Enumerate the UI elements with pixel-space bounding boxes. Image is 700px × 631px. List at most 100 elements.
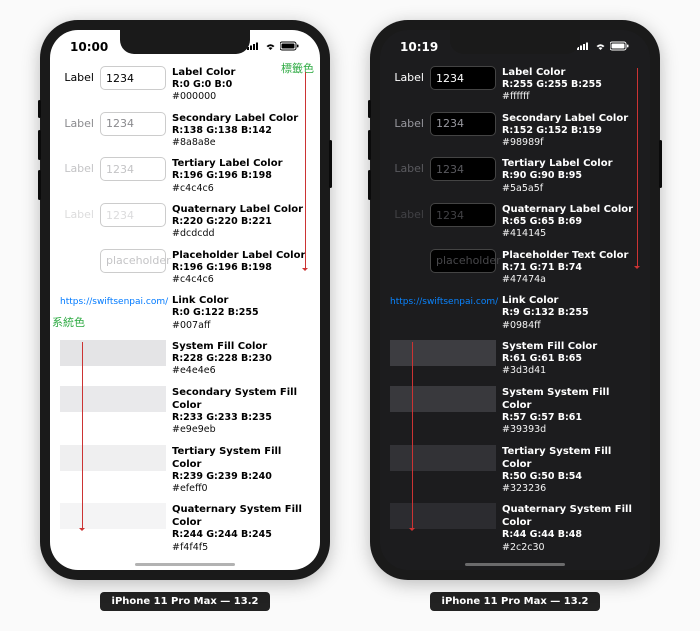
content-area[interactable]: 標籤色 系統色 Label 1234 Label Color R:0 G:0 B… xyxy=(50,58,320,550)
textfield-placeholder[interactable]: placeholder xyxy=(100,249,166,273)
link-url[interactable]: https://swiftsenpai.com/ xyxy=(390,294,496,332)
color-hex: #f4f4f5 xyxy=(172,542,310,550)
wifi-icon xyxy=(594,41,607,54)
fill-row-fill1: System Fill Color R:61 G:61 B:65 #3d3d41 xyxy=(390,340,640,378)
swatch-fill3 xyxy=(60,445,166,471)
color-hex: #2c2c30 xyxy=(502,542,640,550)
fill-row-fill4: Quaternary System Fill Color R:44 G:44 B… xyxy=(390,503,640,550)
home-indicator[interactable] xyxy=(465,563,565,566)
color-title: Quaternary System Fill Color xyxy=(172,503,310,529)
screen: 10:00 標籤色 系統色 Label 1234 Label Color R:0… xyxy=(50,30,320,570)
fill-description: System Fill Color R:61 G:61 B:65 #3d3d41 xyxy=(502,340,640,378)
textfield-placeholder[interactable]: placeholder xyxy=(430,249,496,273)
color-title: System Fill Color xyxy=(502,340,640,353)
textfield-label[interactable]: 1234 xyxy=(100,66,166,90)
device-frame-dark: 10:19 Label 1234 Label Color R:255 G:255… xyxy=(370,20,660,580)
row-label: Label xyxy=(60,203,94,221)
placeholder-value: placeholder xyxy=(436,254,501,267)
fill-description: Tertiary System Fill Color R:239 G:239 B… xyxy=(172,445,310,496)
arrow-icon xyxy=(412,342,413,530)
row-label: Label xyxy=(60,157,94,175)
fill-description: System System Fill Color R:57 G:57 B:61 … xyxy=(502,386,640,437)
row-tertiary: Label 1234 Tertiary Label Color R:90 G:9… xyxy=(390,157,640,195)
color-rgb: R:9 G:132 B:255 xyxy=(502,307,640,319)
fill-row-fill3: Tertiary System Fill Color R:50 G:50 B:5… xyxy=(390,445,640,496)
color-title: Quaternary Label Color xyxy=(502,203,640,216)
power-button xyxy=(329,140,332,188)
color-hex: #39393d xyxy=(502,424,640,436)
color-hex: #98989f xyxy=(502,137,640,149)
row-description: Label Color R:255 G:255 B:255 #ffffff xyxy=(502,66,640,104)
row-label: Label 1234 Label Color R:0 G:0 B:0 #0000… xyxy=(60,66,310,104)
color-title: Secondary System Fill Color xyxy=(172,386,310,412)
row-link: https://swiftsenpai.com/ Link Color R:9 … xyxy=(390,294,640,332)
silent-switch xyxy=(38,100,41,118)
row-label: Label xyxy=(390,203,424,221)
row-placeholder: placeholder Placeholder Label Color R:19… xyxy=(60,249,310,287)
home-indicator[interactable] xyxy=(135,563,235,566)
color-title: Tertiary Label Color xyxy=(172,157,310,170)
textfield-value: 1234 xyxy=(436,72,464,85)
swatch-fill2 xyxy=(60,386,166,412)
fill-row-fill1: System Fill Color R:228 G:228 B:230 #e4e… xyxy=(60,340,310,378)
silent-switch xyxy=(368,100,371,118)
row-description: Quaternary Label Color R:220 G:220 B:221… xyxy=(172,203,310,241)
color-rgb: R:233 G:233 B:235 xyxy=(172,412,310,424)
color-hex: #ffffff xyxy=(502,91,640,103)
color-title: Link Color xyxy=(502,294,640,307)
swatch-fill2 xyxy=(390,386,496,412)
row-description: Placeholder Label Color R:196 G:196 B:19… xyxy=(172,249,310,287)
textfield-secondary[interactable]: 1234 xyxy=(430,112,496,136)
color-title: Placeholder Text Color xyxy=(502,249,640,262)
color-title: Tertiary System Fill Color xyxy=(172,445,310,471)
fill-row-fill4: Quaternary System Fill Color R:244 G:244… xyxy=(60,503,310,550)
row-tertiary: Label 1234 Tertiary Label Color R:196 G:… xyxy=(60,157,310,195)
textfield-label[interactable]: 1234 xyxy=(430,66,496,90)
status-time: 10:00 xyxy=(70,40,108,54)
fill-row-fill2: System System Fill Color R:57 G:57 B:61 … xyxy=(390,386,640,437)
color-title: Placeholder Label Color xyxy=(172,249,310,262)
row-label: Label xyxy=(60,66,94,84)
fill-description: Secondary System Fill Color R:233 G:233 … xyxy=(172,386,310,437)
screen: 10:19 Label 1234 Label Color R:255 G:255… xyxy=(380,30,650,570)
textfield-quaternary[interactable]: 1234 xyxy=(430,203,496,227)
row-label: Label xyxy=(390,157,424,175)
color-title: Link Color xyxy=(172,294,310,307)
row-secondary: Label 1234 Secondary Label Color R:152 G… xyxy=(390,112,640,150)
textfield-quaternary[interactable]: 1234 xyxy=(100,203,166,227)
swatch-fill1 xyxy=(390,340,496,366)
textfield-value: 1234 xyxy=(436,209,464,222)
textfield-tertiary[interactable]: 1234 xyxy=(100,157,166,181)
fill-row-fill3: Tertiary System Fill Color R:239 G:239 B… xyxy=(60,445,310,496)
textfield-value: 1234 xyxy=(106,117,134,130)
row-description: Quaternary Label Color R:65 G:65 B:69 #4… xyxy=(502,203,640,241)
color-title: Label Color xyxy=(502,66,640,79)
device-caption: iPhone 11 Pro Max — 13.2 xyxy=(100,592,271,611)
row-label: Label xyxy=(390,66,424,84)
content-area[interactable]: Label 1234 Label Color R:255 G:255 B:255… xyxy=(380,58,650,550)
annotation-label-color: 標籤色 xyxy=(281,60,314,76)
fill-row-fill2: Secondary System Fill Color R:233 G:233 … xyxy=(60,386,310,437)
status-icons xyxy=(577,41,630,54)
textfield-secondary[interactable]: 1234 xyxy=(100,112,166,136)
swatch-fill4 xyxy=(390,503,496,529)
color-rgb: R:220 G:220 B:221 xyxy=(172,216,310,228)
color-rgb: R:50 G:50 B:54 xyxy=(502,471,640,483)
notch xyxy=(450,30,580,54)
color-hex: #323236 xyxy=(502,483,640,495)
row-description: Tertiary Label Color R:196 G:196 B:198 #… xyxy=(172,157,310,195)
color-rgb: R:228 G:228 B:230 xyxy=(172,353,310,365)
color-rgb: R:196 G:196 B:198 xyxy=(172,262,310,274)
volume-up-button xyxy=(38,130,41,160)
color-title: System System Fill Color xyxy=(502,386,640,412)
fill-description: System Fill Color R:228 G:228 B:230 #e4e… xyxy=(172,340,310,378)
color-rgb: R:57 G:57 B:61 xyxy=(502,412,640,424)
color-rgb: R:152 G:152 B:159 xyxy=(502,125,640,137)
color-rgb: R:61 G:61 B:65 xyxy=(502,353,640,365)
row-label: Label xyxy=(60,112,94,130)
textfield-tertiary[interactable]: 1234 xyxy=(430,157,496,181)
fill-section: System Fill Color R:228 G:228 B:230 #e4e… xyxy=(60,340,310,550)
color-rgb: R:0 G:122 B:255 xyxy=(172,307,310,319)
textfield-value: 1234 xyxy=(106,209,134,222)
color-title: Tertiary Label Color xyxy=(502,157,640,170)
